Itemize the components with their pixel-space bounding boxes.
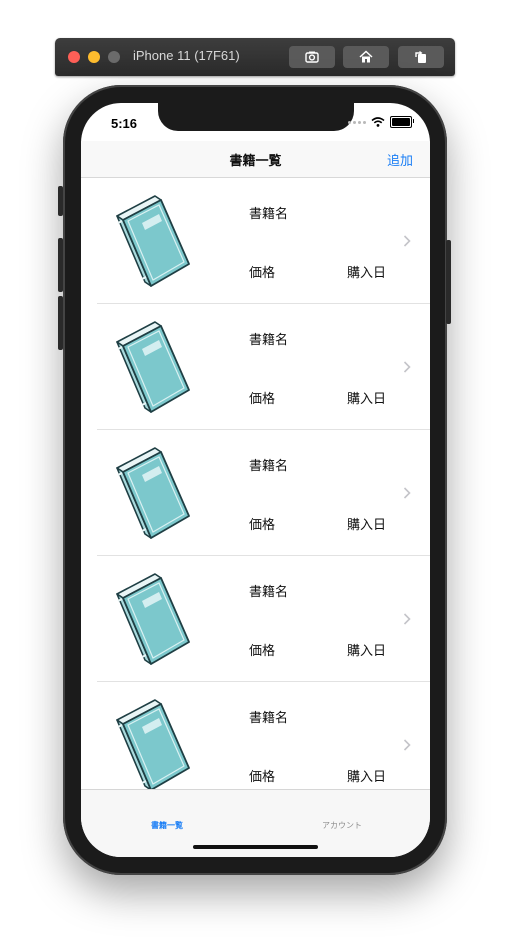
chevron-right-icon <box>403 235 411 247</box>
book-price-label: 価格 <box>249 644 276 659</box>
home-icon <box>359 50 373 63</box>
tab-book-list[interactable]: 書籍一覧 <box>151 820 183 831</box>
home-indicator <box>193 845 318 849</box>
simulator-title-bar: iPhone 11 (17F61) <box>55 38 455 76</box>
book-price-label: 価格 <box>249 518 276 533</box>
signal-icon <box>348 120 366 124</box>
book-purchase-date-label: 購入日 <box>347 770 387 785</box>
notch <box>158 103 354 131</box>
book-title: 書籍名 <box>249 711 289 726</box>
book-purchase-date-label: 購入日 <box>347 392 387 407</box>
rotate-icon <box>415 51 426 63</box>
power-button <box>446 240 451 324</box>
book-icon <box>116 195 190 287</box>
simulator-title: iPhone 11 (17F61) <box>133 48 240 63</box>
mute-switch <box>58 186 63 216</box>
wifi-icon <box>371 117 385 127</box>
device-screen: 5:16 書籍一覧 追加 書籍名 価格 購入日 書籍名 価格 購入日 書籍名 価… <box>81 103 430 857</box>
book-title: 書籍名 <box>249 585 289 600</box>
chevron-right-icon <box>403 739 411 751</box>
book-list[interactable]: 書籍名 価格 購入日 書籍名 価格 購入日 書籍名 価格 購入日 書籍名 価格 … <box>81 178 430 789</box>
page-title: 書籍一覧 <box>229 154 282 169</box>
book-icon <box>116 321 190 413</box>
chevron-right-icon <box>403 613 411 625</box>
book-title: 書籍名 <box>249 333 289 348</box>
screenshot-button[interactable] <box>289 46 335 68</box>
chevron-right-icon <box>403 361 411 373</box>
volume-up-button <box>58 238 63 292</box>
home-button[interactable] <box>343 46 389 68</box>
book-list-item[interactable]: 書籍名 価格 購入日 <box>81 178 430 304</box>
book-icon <box>116 573 190 665</box>
close-window-button[interactable] <box>68 51 80 63</box>
navigation-bar: 書籍一覧 追加 <box>81 141 430 178</box>
chevron-right-icon <box>403 487 411 499</box>
book-purchase-date-label: 購入日 <box>347 518 387 533</box>
status-time: 5:16 <box>111 116 138 131</box>
status-icons <box>348 116 414 128</box>
screenshot-icon <box>305 51 319 63</box>
book-price-label: 価格 <box>249 266 276 281</box>
book-list-item[interactable]: 書籍名 価格 購入日 <box>81 430 430 556</box>
book-icon <box>116 447 190 539</box>
book-purchase-date-label: 購入日 <box>347 266 387 281</box>
book-list-item[interactable]: 書籍名 価格 購入日 <box>81 304 430 430</box>
minimize-window-button[interactable] <box>88 51 100 63</box>
rotate-button[interactable] <box>398 46 444 68</box>
book-purchase-date-label: 購入日 <box>347 644 387 659</box>
volume-down-button <box>58 296 63 350</box>
book-price-label: 価格 <box>249 770 276 785</box>
zoom-window-button[interactable] <box>108 51 120 63</box>
book-title: 書籍名 <box>249 459 289 474</box>
book-list-item[interactable]: 書籍名 価格 購入日 <box>81 556 430 682</box>
book-title: 書籍名 <box>249 207 289 222</box>
book-price-label: 価格 <box>249 392 276 407</box>
book-icon <box>116 699 190 789</box>
book-list-item[interactable]: 書籍名 価格 購入日 <box>81 682 430 789</box>
battery-icon <box>390 116 414 128</box>
add-button[interactable]: 追加 <box>387 150 413 169</box>
tab-account[interactable]: アカウント <box>322 820 362 831</box>
